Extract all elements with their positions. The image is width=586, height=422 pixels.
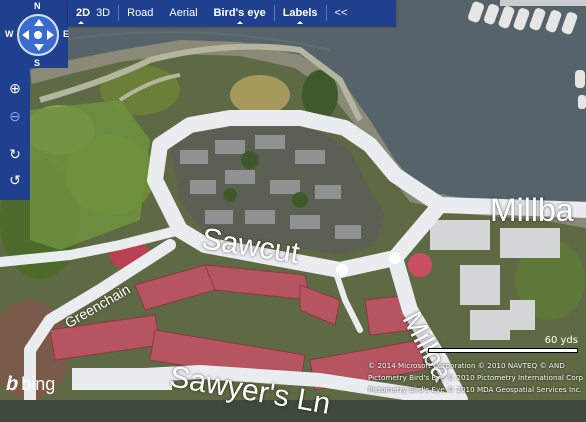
labels-toggle-button[interactable]: Labels: [275, 0, 326, 26]
pan-north-icon[interactable]: [34, 19, 44, 26]
scale-bar-line: [428, 348, 578, 353]
rotate-clockwise-icon[interactable]: ↻: [6, 145, 24, 163]
compass-center-icon: [34, 31, 42, 39]
bing-logo[interactable]: b bing: [3, 373, 56, 396]
street-label-millbank: Millba: [490, 192, 574, 228]
copyright-line: Pictometry Bird's Eye © 2010 Pictometry …: [368, 373, 584, 382]
road-junction-marker: [336, 264, 348, 276]
road-junction-marker: [389, 252, 401, 264]
road-view-button[interactable]: Road: [119, 0, 161, 26]
map-view-toolbar: 2D 3D Road Aerial Bird's eye Labels <<: [68, 0, 396, 26]
bing-logo-text: bing: [21, 374, 56, 394]
compass-north-label: N: [34, 1, 41, 11]
scale-bar: 60 yds: [428, 335, 578, 353]
navigation-panel: N S W E: [0, 0, 70, 68]
compass-east-label: E: [63, 29, 70, 39]
copyright-notice: © 2014 Microsoft Corporation © 2010 NAVT…: [368, 360, 584, 396]
aerial-view-button[interactable]: Aerial: [161, 0, 205, 26]
compass-pan-control[interactable]: [17, 14, 59, 56]
scale-label: 60 yds: [544, 335, 578, 346]
pan-south-icon[interactable]: [34, 44, 44, 51]
view-2d-button[interactable]: 2D: [68, 0, 93, 26]
pan-east-icon[interactable]: [47, 30, 54, 40]
pan-west-icon[interactable]: [22, 30, 29, 40]
rotate-counterclockwise-icon[interactable]: ↺: [6, 171, 24, 189]
zoom-out-icon[interactable]: ⊖: [6, 107, 24, 125]
view-3d-button[interactable]: 3D: [93, 0, 118, 26]
collapse-toolbar-button[interactable]: <<: [327, 0, 356, 26]
map-side-controls: ⊕ ⊖ ↻ ↺: [0, 68, 30, 200]
compass-south-label: S: [34, 58, 41, 68]
compass-west-label: W: [5, 29, 14, 39]
zoom-in-icon[interactable]: ⊕: [6, 79, 24, 97]
copyright-line: © 2014 Microsoft Corporation © 2010 NAVT…: [368, 361, 565, 370]
copyright-line: Pictometry Bird's Eye © 2010 MDA Geospat…: [368, 385, 582, 394]
birds-eye-view-button[interactable]: Bird's eye: [206, 0, 274, 26]
bing-logo-icon: b: [3, 373, 21, 395]
